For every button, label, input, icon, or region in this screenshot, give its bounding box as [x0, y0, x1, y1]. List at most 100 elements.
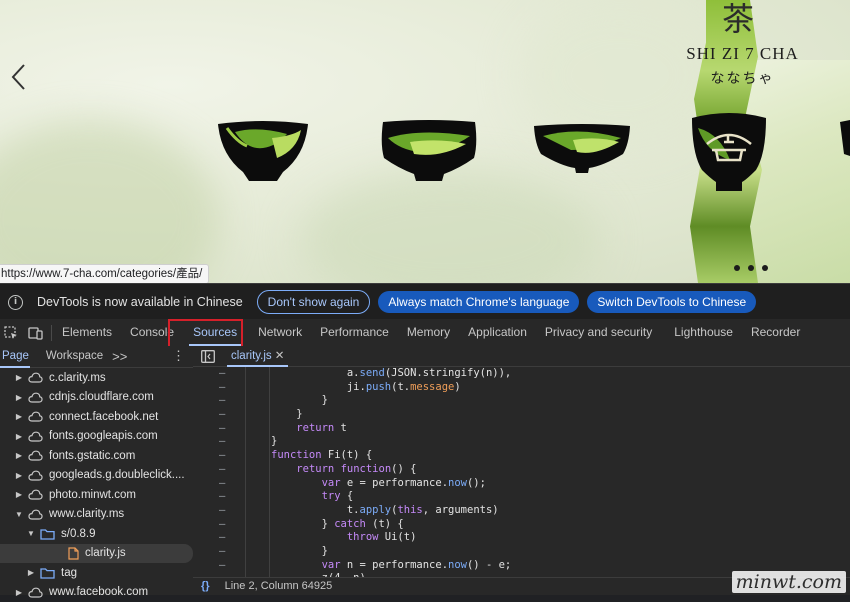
code-line[interactable]: – }	[193, 394, 850, 408]
code-line[interactable]: – return function() {	[193, 463, 850, 477]
code-line[interactable]: – var e = performance.now();	[193, 477, 850, 491]
navigator-tab-page[interactable]: Page	[0, 346, 36, 367]
caret-right-icon[interactable]: ▶	[26, 568, 36, 577]
tree-domain-item[interactable]: ▶www.facebook.com	[0, 583, 193, 602]
tab-performance[interactable]: Performance	[311, 319, 398, 346]
code-line[interactable]: –}	[193, 435, 850, 449]
code-view[interactable]: – a.send(JSON.stringify(n)),– ji.push(t.…	[193, 367, 850, 579]
tea-bowl-image[interactable]	[217, 120, 309, 182]
line-gutter-marker[interactable]: –	[219, 545, 225, 559]
caret-down-icon[interactable]: ▼	[14, 510, 24, 519]
switch-to-chinese-button[interactable]: Switch DevTools to Chinese	[587, 291, 756, 313]
line-gutter-marker[interactable]: –	[219, 449, 225, 463]
indent-guide	[245, 408, 246, 422]
code-line[interactable]: – }	[193, 408, 850, 422]
caret-right-icon[interactable]: ▶	[14, 588, 24, 597]
tree-domain-item[interactable]: ▼ www.clarity.ms	[0, 505, 193, 525]
editor-file-tab-label: clarity.js	[231, 350, 272, 362]
tree-folder-item[interactable]: ▶tag	[0, 563, 193, 583]
code-line[interactable]: – throw Ui(t)	[193, 531, 850, 545]
code-line[interactable]: – a.send(JSON.stringify(n)),	[193, 367, 850, 381]
tea-bowl-image[interactable]	[380, 120, 478, 182]
line-gutter-marker[interactable]: –	[219, 504, 225, 518]
device-toolbar-icon[interactable]	[25, 323, 45, 343]
tree-domain-item[interactable]: ▶ cdnjs.cloudflare.com	[0, 388, 193, 408]
line-gutter-marker[interactable]: –	[219, 408, 225, 422]
code-line[interactable]: –function Fi(t) {	[193, 449, 850, 463]
tree-folder-item[interactable]: ▼s/0.8.9	[0, 524, 193, 544]
carousel-prev-arrow-icon[interactable]	[8, 62, 30, 92]
more-tabs-chevron-icon[interactable]: >>	[112, 349, 127, 364]
caret-down-icon[interactable]: ▼	[26, 529, 36, 538]
tab-application[interactable]: Application	[459, 319, 536, 346]
caret-right-icon[interactable]: ▶	[14, 412, 24, 421]
tree-item-label: www.clarity.ms	[49, 508, 124, 520]
tea-bowl-image[interactable]	[533, 124, 631, 174]
caret-right-icon[interactable]: ▶	[14, 432, 24, 441]
line-gutter-marker[interactable]: –	[219, 490, 225, 504]
code-text: throw Ui(t)	[271, 531, 416, 545]
brand-name[interactable]: SHI ZI 7 CHA	[680, 44, 805, 64]
tree-domain-item[interactable]: ▶connect.facebook.net	[0, 407, 193, 427]
tree-domain-item[interactable]: ▶fonts.googleapis.com	[0, 427, 193, 447]
tree-domain-item[interactable]: ▶ photo.minwt.com	[0, 485, 193, 505]
line-gutter-marker[interactable]: –	[219, 367, 225, 381]
tab-memory[interactable]: Memory	[398, 319, 459, 346]
tree-domain-item[interactable]: ▶googleads.g.doubleclick....	[0, 466, 193, 486]
inspect-element-icon[interactable]	[1, 323, 21, 343]
code-line[interactable]: – } catch (t) {	[193, 518, 850, 532]
indent-guide	[269, 518, 270, 532]
more-options-icon[interactable]: ⋮	[172, 349, 185, 363]
line-gutter-marker[interactable]: –	[219, 477, 225, 491]
carousel-dot[interactable]	[734, 265, 740, 271]
tab-lighthouse[interactable]: Lighthouse	[661, 319, 742, 346]
caret-right-icon[interactable]: ▶	[14, 471, 24, 480]
line-gutter-marker[interactable]: –	[219, 394, 225, 408]
indent-guide	[245, 490, 246, 504]
line-gutter-marker[interactable]: –	[219, 518, 225, 532]
dont-show-again-button[interactable]: Don't show again	[257, 290, 371, 314]
tab-privacy-and-security[interactable]: Privacy and security	[536, 319, 661, 346]
tab-console[interactable]: Console	[121, 319, 183, 346]
tab-recorder[interactable]: Recorder	[742, 319, 809, 346]
tree-item-label: photo.minwt.com	[49, 489, 136, 501]
navigator-tab-workspace[interactable]: Workspace	[36, 346, 110, 367]
match-chrome-language-button[interactable]: Always match Chrome's language	[378, 291, 579, 313]
line-gutter-marker[interactable]: –	[219, 559, 225, 573]
cloud-icon	[28, 450, 43, 461]
tab-network[interactable]: Network	[249, 319, 311, 346]
pretty-print-icon[interactable]: {}	[201, 580, 210, 592]
code-line[interactable]: – }	[193, 545, 850, 559]
caret-right-icon[interactable]: ▶	[14, 490, 24, 499]
tree-item-label: clarity.js	[85, 547, 126, 559]
tab-sources[interactable]: Sources	[183, 319, 249, 346]
close-tab-icon[interactable]: ✕	[275, 350, 285, 362]
tea-bowl-image[interactable]	[840, 118, 850, 158]
toggle-navigator-icon[interactable]	[201, 350, 215, 363]
line-gutter-marker[interactable]: –	[219, 463, 225, 477]
cloud-icon	[28, 509, 43, 520]
line-gutter-marker[interactable]: –	[219, 422, 225, 436]
carousel-dots[interactable]	[734, 265, 768, 271]
code-line[interactable]: – ji.push(t.message)	[193, 381, 850, 395]
tab-elements[interactable]: Elements	[60, 319, 121, 346]
tree-item-label: cdnjs.cloudflare.com	[49, 391, 154, 403]
tree-domain-item[interactable]: ▶fonts.gstatic.com	[0, 446, 193, 466]
tea-bowl-image[interactable]	[690, 108, 768, 192]
carousel-dot[interactable]	[748, 265, 754, 271]
line-gutter-marker[interactable]: –	[219, 381, 225, 395]
tree-domain-item[interactable]: ▶c.clarity.ms	[0, 368, 193, 388]
caret-right-icon[interactable]: ▶	[14, 451, 24, 460]
line-gutter-marker[interactable]: –	[219, 531, 225, 545]
code-line[interactable]: – try {	[193, 490, 850, 504]
line-gutter-marker[interactable]: –	[219, 435, 225, 449]
code-line[interactable]: – return t	[193, 422, 850, 436]
editor-file-tab[interactable]: clarity.js✕	[227, 346, 288, 366]
caret-right-icon[interactable]: ▶	[14, 373, 24, 382]
tree-file-item[interactable]: clarity.js	[0, 544, 193, 564]
indent-guide	[245, 477, 246, 491]
carousel-dot[interactable]	[762, 265, 768, 271]
code-line[interactable]: – t.apply(this, arguments)	[193, 504, 850, 518]
caret-right-icon[interactable]: ▶	[14, 393, 24, 402]
code-text: a.send(JSON.stringify(n)),	[271, 367, 511, 381]
